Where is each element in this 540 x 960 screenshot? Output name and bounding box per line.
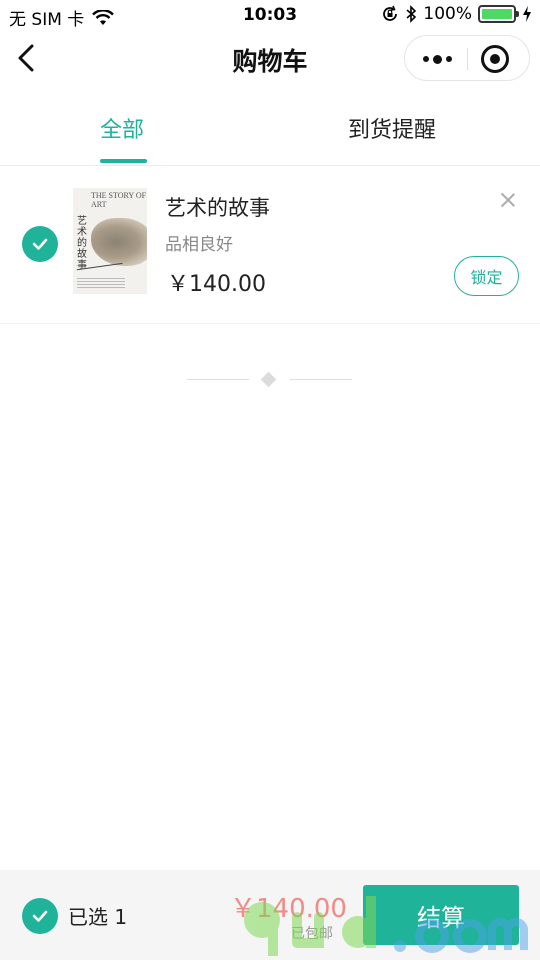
tab-bar: 全部 到货提醒 [0,100,540,166]
cover-title-en: THE STORY OF ART [91,191,147,209]
item-title[interactable]: 艺术的故事 [165,192,270,222]
cover-text-lines [77,278,125,288]
battery-fill [482,9,512,19]
cover-title-cn: 艺术的故事 [77,216,87,271]
select-all-checkbox[interactable] [22,898,58,934]
status-bar: 无 SIM 卡 10:03 100% [0,0,540,30]
shipping-note: 已包邮 [291,926,333,942]
capsule-divider [467,48,468,70]
nav-bar: 购物车 [0,30,540,88]
checkout-button[interactable]: 结算 [363,885,519,945]
status-right: 100% [381,4,532,24]
end-of-list-divider [187,371,352,388]
miniprogram-capsule [404,35,530,81]
battery-percent: 100% [423,4,472,24]
shopping-cart-page: 无 SIM 卡 10:03 100% 购物车 全部 到货提醒 THE STORY… [0,0,540,960]
cart-item: THE STORY OF ART 艺术的故事 艺术的故事 品相良好 ￥140.0… [0,166,540,324]
checkmark-icon [32,238,48,250]
diamond-icon [260,371,277,388]
tab-arrival-notice[interactable]: 到货提醒 [348,112,436,144]
cover-sculpture [91,218,147,266]
lock-button[interactable]: 锁定 [454,256,519,296]
tab-all[interactable]: 全部 [100,112,144,144]
more-dots-icon[interactable] [415,44,459,74]
item-price: ￥140.00 [167,272,266,297]
divider-line-left [187,379,249,380]
orientation-lock-icon [383,5,398,21]
total-price: ￥140.00 [230,894,347,924]
item-checkbox[interactable] [22,226,58,262]
divider-line-right [290,379,352,380]
checkmark-icon [32,910,48,922]
book-cover-image[interactable]: THE STORY OF ART 艺术的故事 [73,188,147,294]
charging-icon [523,6,531,22]
active-tab-indicator [100,159,147,163]
bluetooth-icon [406,5,417,23]
battery-icon [478,5,519,23]
close-icon[interactable] [500,192,516,208]
target-icon[interactable] [481,45,509,73]
checkout-bar: 已选 1 ￥140.00 已包邮 结算 [0,870,540,960]
item-condition: 品相良好 [165,235,233,255]
selected-count: 已选 1 [68,905,128,929]
